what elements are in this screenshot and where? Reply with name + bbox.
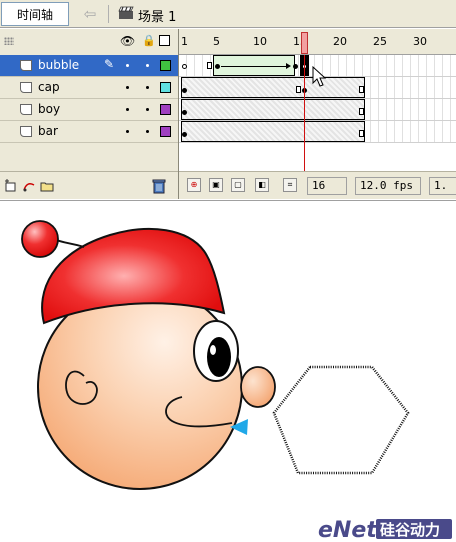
stage-canvas[interactable]: eNet 硅谷动力 [0,200,456,542]
flash-editor: 时间轴 ⇦ 场景 1 👁 🔒 bubble ✎ cap boy bar 1 5 … [0,0,456,542]
stage-artwork [21,220,410,490]
layer-color-swatch[interactable] [160,126,171,137]
boy-ear [240,366,276,408]
eye-icon[interactable]: 👁 [120,34,135,48]
lock-dot[interactable] [146,64,149,67]
keyframe[interactable] [182,132,187,137]
keyframe[interactable] [182,110,187,115]
frame-end-marker [296,86,301,93]
layer-page-icon [20,126,32,137]
arrow-cursor-icon [312,66,327,87]
layer-name: boy [38,102,61,116]
tween-arrow-head [286,63,291,69]
frames-area[interactable]: 1 5 10 15 20 25 30 ⊕ ▣ ▢ ◧ ⌗ 16 12.0 fps… [178,29,456,199]
frame-row-boy[interactable] [179,99,456,121]
layer-name: bubble [38,58,80,72]
layer-page-icon [20,82,32,93]
visibility-dot[interactable] [126,130,129,133]
layer-name: cap [38,80,60,94]
boy-eye [193,320,239,382]
timeline-status-bar: ⊕ ▣ ▢ ◧ ⌗ 16 12.0 fps 1. [179,171,456,199]
keyframe[interactable] [293,64,298,69]
lock-dot[interactable] [146,108,149,111]
onion-skin-icon[interactable]: ▣ [209,178,223,192]
center-frame-icon[interactable]: ⊕ [187,178,201,192]
onion-outline-icon[interactable]: ▢ [231,178,245,192]
static-frame-span[interactable] [181,99,365,120]
frame-ruler[interactable]: 1 5 10 15 20 25 30 [179,29,456,55]
current-frame-field: 16 [307,177,347,195]
lock-dot[interactable] [146,130,149,133]
ruler-tick: 1 [181,35,188,48]
watermark-cjk: 硅谷动力 [380,521,440,539]
add-folder-icon[interactable] [40,179,54,193]
toolbar-divider [108,5,109,23]
layer-page-icon [20,104,32,115]
watermark-latin: eNet [318,518,378,541]
layer-name: bar [38,124,58,138]
timeline-panel: 👁 🔒 bubble ✎ cap boy bar 1 5 10 15 20 25… [0,29,456,199]
back-arrow-icon[interactable]: ⇦ [80,4,100,24]
static-frame-span[interactable] [181,77,365,98]
frame-end-marker [359,130,364,137]
visibility-dot[interactable] [126,64,129,67]
outline-icon[interactable] [159,35,170,46]
clapperboard-icon [118,6,134,19]
layer-row-bar[interactable]: bar [0,121,178,143]
empty-keyframe[interactable] [182,64,187,69]
ruler-tick: 30 [413,35,427,48]
ruler-tick: 20 [333,35,347,48]
layer-header: 👁 🔒 [0,29,178,55]
trash-icon[interactable] [152,178,166,194]
layer-page-icon [20,60,32,71]
frame-end-marker [359,108,364,115]
hexagon-shape[interactable] [272,365,410,475]
ruler-tick: 25 [373,35,387,48]
frame-row-bar[interactable] [179,121,456,143]
lock-icon[interactable]: 🔒 [142,34,156,48]
edit-bar: 时间轴 ⇦ 场景 1 [0,0,456,28]
playhead-marker[interactable] [301,32,308,54]
layer-row-boy[interactable]: boy [0,99,178,121]
edit-multiple-frames-icon[interactable]: ◧ [255,178,269,192]
layer-color-swatch[interactable] [160,104,171,115]
timeline-toggle-button[interactable]: 时间轴 [1,2,69,26]
frame-end-marker [207,62,212,69]
add-motion-guide-icon[interactable] [22,179,36,193]
panel-grip[interactable] [4,37,14,45]
frame-end-marker [359,86,364,93]
layer-row-bubble[interactable]: bubble ✎ [0,55,178,77]
elapsed-time-field: 1. [429,177,456,195]
layer-color-swatch[interactable] [160,60,171,71]
modify-onion-markers-icon[interactable]: ⌗ [283,178,297,192]
frame-rate-field[interactable]: 12.0 fps [355,177,421,195]
ruler-tick: 5 [213,35,220,48]
lock-dot[interactable] [146,86,149,89]
keyframe[interactable] [182,88,187,93]
visibility-dot[interactable] [126,86,129,89]
layer-color-swatch[interactable] [160,82,171,93]
ruler-tick: 10 [253,35,267,48]
watermark-logo: eNet 硅谷动力 [318,518,452,541]
add-layer-icon[interactable] [4,179,18,193]
tween-arrow [221,66,287,67]
visibility-dot[interactable] [126,108,129,111]
static-frame-span[interactable] [181,121,365,142]
keyframe[interactable] [215,64,220,69]
playhead-line [304,55,305,171]
scene-label[interactable]: 场景 1 [138,6,176,25]
layer-list: bubble ✎ cap boy bar [0,55,178,171]
layer-row-cap[interactable]: cap [0,77,178,99]
layer-footer [0,171,178,199]
pencil-icon: ✎ [104,57,115,71]
